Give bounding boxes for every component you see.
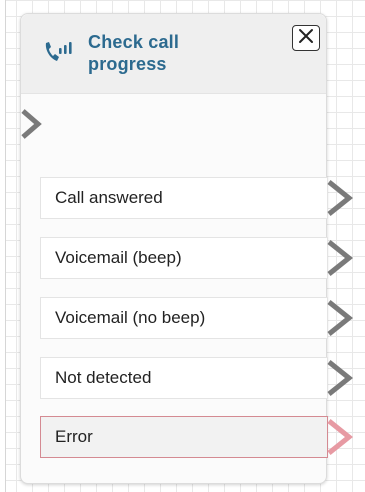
branch-not-detected[interactable]: Not detected bbox=[40, 357, 328, 399]
input-connector-chevron-icon[interactable] bbox=[20, 108, 44, 140]
output-connector-chevron-icon[interactable] bbox=[325, 178, 355, 218]
branch-error[interactable]: Error bbox=[40, 416, 328, 458]
branch-label: Voicemail (beep) bbox=[55, 248, 182, 267]
branch-call-answered[interactable]: Call answered bbox=[40, 177, 328, 219]
branch-voicemail-no-beep[interactable]: Voicemail (no beep) bbox=[40, 297, 328, 339]
block-header[interactable]: Check call progress bbox=[21, 14, 326, 94]
close-button[interactable] bbox=[292, 25, 320, 51]
branch-voicemail-beep[interactable]: Voicemail (beep) bbox=[40, 237, 328, 279]
branch-label: Error bbox=[55, 427, 93, 446]
canvas-left-edge bbox=[0, 0, 6, 492]
block-title: Check call progress bbox=[88, 32, 180, 74]
phone-call-icon bbox=[43, 39, 73, 65]
close-icon bbox=[298, 28, 314, 49]
output-connector-chevron-icon[interactable] bbox=[325, 238, 355, 278]
branch-label: Not detected bbox=[55, 368, 152, 387]
branch-label: Call answered bbox=[55, 188, 163, 207]
output-connector-chevron-icon[interactable] bbox=[325, 298, 355, 338]
branch-label: Voicemail (no beep) bbox=[55, 308, 206, 327]
output-connector-chevron-icon[interactable] bbox=[325, 358, 355, 398]
error-connector-chevron-icon[interactable] bbox=[325, 417, 355, 457]
